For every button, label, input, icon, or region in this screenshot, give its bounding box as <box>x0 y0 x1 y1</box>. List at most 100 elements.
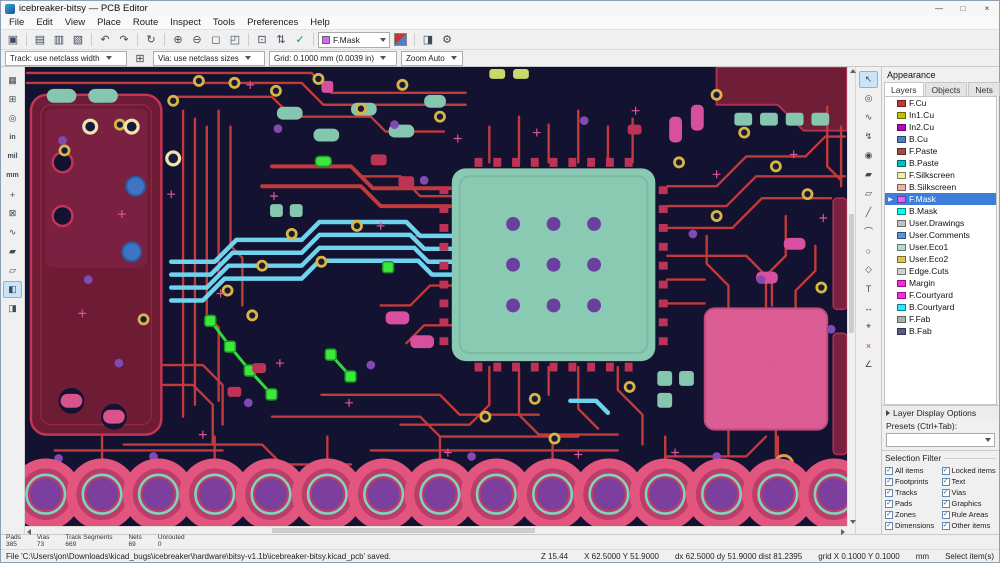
layer-row-user-eco1[interactable]: User.Eco1 <box>885 241 996 253</box>
layer-color-swatch[interactable] <box>897 111 906 119</box>
menu-route[interactable]: Route <box>127 16 164 29</box>
layer-color-swatch[interactable] <box>897 267 906 275</box>
via-size-select[interactable]: Via: use netclass sizes <box>153 50 265 66</box>
polar-coordinates-button[interactable]: ◎ <box>3 110 22 127</box>
checkbox-checked-icon[interactable] <box>941 477 950 486</box>
circle-tool-button[interactable]: ○ <box>859 242 878 259</box>
layer-color-swatch[interactable] <box>897 207 906 215</box>
layer-color-swatch[interactable] <box>897 171 906 179</box>
measure-tool-button[interactable]: ∠ <box>859 356 878 373</box>
crosshair-cursor-button[interactable]: + <box>3 186 22 203</box>
menu-tools[interactable]: Tools <box>207 16 241 29</box>
checkbox-checked-icon[interactable] <box>885 466 893 475</box>
filter-graphics[interactable]: Graphics <box>941 499 997 508</box>
checkbox-checked-icon[interactable] <box>941 488 950 497</box>
layer-row-b-paste[interactable]: B.Paste <box>885 157 996 169</box>
filter-rule-areas[interactable]: Rule Areas <box>941 510 997 519</box>
layer-color-swatch[interactable] <box>897 123 906 131</box>
filter-vias[interactable]: Vias <box>941 488 997 497</box>
drc-check-button[interactable]: ✓ <box>291 31 309 48</box>
vertical-scrollbar-thumb[interactable] <box>849 213 854 334</box>
plot-button[interactable]: ▧ <box>69 31 87 48</box>
zoom-in-button[interactable]: ⊕ <box>169 31 187 48</box>
checkbox-checked-icon[interactable] <box>941 499 950 508</box>
layer-row-b-silkscreen[interactable]: B.Silkscreen <box>885 181 996 193</box>
close-button[interactable]: × <box>975 1 999 16</box>
layer-row-b-mask[interactable]: B.Mask <box>885 205 996 217</box>
delete-tool-button[interactable]: × <box>859 337 878 354</box>
active-layer-select[interactable]: F.Mask <box>318 31 390 48</box>
high-contrast-mode-button[interactable]: ◨ <box>3 300 22 317</box>
filter-all-items[interactable]: All items <box>885 466 940 475</box>
layer-color-swatch[interactable] <box>897 159 906 167</box>
layer-row-b-fab[interactable]: B.Fab <box>885 325 996 337</box>
layer-row-user-eco2[interactable]: User.Eco2 <box>885 253 996 265</box>
horizontal-scrollbar[interactable] <box>25 526 847 535</box>
menu-file[interactable]: File <box>3 16 30 29</box>
filter-footprints[interactable]: Footprints <box>885 477 940 486</box>
track-width-select[interactable]: Track: use netclass width <box>5 50 127 66</box>
text-tool-button[interactable]: T <box>859 280 878 297</box>
update-pcb-button[interactable]: ⇅ <box>272 31 290 48</box>
filter-tracks[interactable]: Tracks <box>885 488 940 497</box>
layer-color-swatch[interactable] <box>897 231 906 239</box>
filter-dimensions[interactable]: Dimensions <box>885 521 940 530</box>
dimension-tool-button[interactable]: ↔ <box>859 299 878 316</box>
checkbox-checked-icon[interactable] <box>885 488 893 497</box>
layer-pair-indicator[interactable] <box>394 33 407 46</box>
refresh-button[interactable]: ↻ <box>142 31 160 48</box>
menu-help[interactable]: Help <box>304 16 336 29</box>
menu-edit[interactable]: Edit <box>30 16 58 29</box>
zoom-select[interactable]: Zoom Auto <box>401 50 463 66</box>
zone-fill-mode-button[interactable]: ▰ <box>3 243 22 260</box>
layer-row-f-paste[interactable]: F.Paste <box>885 145 996 157</box>
layer-color-swatch[interactable] <box>897 279 906 287</box>
menu-view[interactable]: View <box>59 16 91 29</box>
checkbox-checked-icon[interactable] <box>885 510 893 519</box>
local-ratsnest-tool-button[interactable]: ∿ <box>859 109 878 126</box>
maximize-button[interactable]: □ <box>951 1 975 16</box>
layer-row-b-courtyard[interactable]: B.Courtyard <box>885 301 996 313</box>
layer-row-f-fab[interactable]: F.Fab <box>885 313 996 325</box>
layer-color-swatch[interactable] <box>897 327 906 335</box>
footprint-editor-button[interactable]: ⊡ <box>253 31 271 48</box>
route-track-tool-button[interactable]: ↯ <box>859 128 878 145</box>
print-button[interactable]: ▥ <box>50 31 68 48</box>
layer-color-swatch[interactable] <box>897 135 906 143</box>
presets-select[interactable] <box>886 433 995 447</box>
layer-color-swatch[interactable] <box>897 291 906 299</box>
checkbox-checked-icon[interactable] <box>941 466 950 475</box>
tab-layers[interactable]: Layers <box>884 82 924 96</box>
filter-locked-items[interactable]: Locked items <box>941 466 997 475</box>
grid-origin-button[interactable]: ⊞ <box>3 91 22 108</box>
layer-color-swatch[interactable] <box>897 219 906 227</box>
line-tool-button[interactable]: ╱ <box>859 204 878 221</box>
menu-place[interactable]: Place <box>91 16 127 29</box>
origin-tool-button[interactable]: ⌖ <box>859 318 878 335</box>
layer-row-f-cu[interactable]: F.Cu <box>885 97 996 109</box>
filter-text[interactable]: Text <box>941 477 997 486</box>
layer-color-swatch[interactable] <box>897 99 906 107</box>
select-tool-button[interactable]: ↖ <box>859 71 878 88</box>
layer-color-swatch[interactable] <box>897 147 906 155</box>
grid-select[interactable]: Grid: 0.1000 mm (0.0039 in) <box>269 50 397 66</box>
checkbox-checked-icon[interactable] <box>885 477 893 486</box>
checkbox-checked-icon[interactable] <box>885 521 893 530</box>
minimize-button[interactable]: — <box>927 1 951 16</box>
layer-row-in1-cu[interactable]: In1.Cu <box>885 109 996 121</box>
layer-row-b-cu[interactable]: B.Cu <box>885 133 996 145</box>
layer-row-margin[interactable]: Margin <box>885 277 996 289</box>
arc-tool-button[interactable]: ⌒ <box>859 223 878 240</box>
show-grid-button[interactable]: ▦ <box>3 72 22 89</box>
layer-row-f-mask[interactable]: F.Mask <box>885 193 996 205</box>
high-contrast-button[interactable]: ◨ <box>419 31 437 48</box>
layer-row-edge-cuts[interactable]: Edge.Cuts <box>885 265 996 277</box>
checkbox-checked-icon[interactable] <box>941 521 950 530</box>
dim-inactive-layers-button[interactable]: ◧ <box>3 281 22 298</box>
zoom-fit-button[interactable]: ◻ <box>207 31 225 48</box>
redo-button[interactable]: ↷ <box>115 31 133 48</box>
menu-inspect[interactable]: Inspect <box>164 16 207 29</box>
rule-area-tool-button[interactable]: ▱ <box>859 185 878 202</box>
filter-pads[interactable]: Pads <box>885 499 940 508</box>
zoom-out-button[interactable]: ⊖ <box>188 31 206 48</box>
